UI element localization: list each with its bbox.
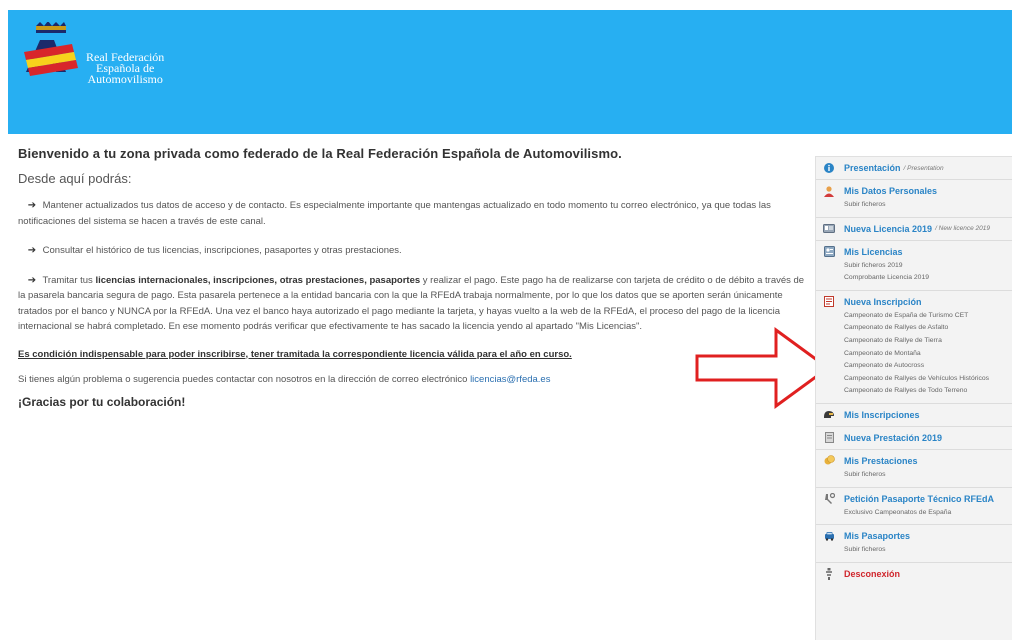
sidebar-item-mis-prestaciones[interactable]: Mis Prestaciones Subir ficheros: [816, 450, 1012, 488]
sidebar-item-label: Nueva Licencia 2019: [844, 223, 933, 234]
paragraph-update-data: ➔ Mantener actualizados tus datos de acc…: [18, 198, 808, 229]
id-card-icon: [822, 223, 836, 235]
logout-icon: [822, 567, 836, 580]
sidebar-subitem-montana[interactable]: Campeonato de Montaña: [844, 348, 1006, 361]
paragraph-text: Consultar el histórico de tus licencias,…: [42, 245, 402, 256]
sidebar-item-label: Mis Pasaportes: [844, 531, 911, 542]
sidebar-item-label: Mis Licencias: [844, 246, 903, 257]
helmet-icon: [822, 409, 836, 421]
sidebar-item-pasaporte-tecnico[interactable]: Petición Pasaporte Técnico RFEdA Exclusi…: [816, 488, 1012, 526]
arrow-right-icon: ➔: [27, 200, 37, 211]
sidebar-item-mis-licencias[interactable]: Mis Licencias Subir ficheros 2019 Compro…: [816, 241, 1012, 291]
sidebar-subitem-subir-ficheros[interactable]: Subir ficheros: [844, 199, 1006, 212]
subtitle: Desde aquí podrás:: [18, 171, 132, 186]
sidebar-item-label: Mis Inscripciones: [844, 409, 920, 420]
sidebar-item-label: Mis Prestaciones: [844, 455, 918, 466]
paragraph-text: Tramitar tus: [42, 274, 93, 286]
sidebar-item-label: Nueva Prestación 2019: [844, 432, 943, 443]
sidebar-subitem-comprobante-licencia[interactable]: Comprobante Licencia 2019: [844, 272, 1006, 285]
user-icon: [822, 185, 836, 197]
sidebar-subitem-exclusivo-campeonatos[interactable]: Exclusivo Campeonatos de España: [844, 507, 1006, 520]
sidebar-item-label: Desconexión: [844, 568, 901, 579]
sidebar-subitem-todo-terreno[interactable]: Campeonato de Rallyes de Todo Terreno: [844, 385, 1006, 398]
license-icon: [822, 246, 836, 258]
thanks-text: ¡Gracias por tu colaboración!: [18, 394, 186, 409]
sidebar-subitem-subir-ficheros[interactable]: Subir ficheros: [844, 469, 1006, 482]
sidebar-item-label: Presentación: [844, 163, 901, 173]
sidebar-item-presentacion[interactable]: Presentación / Presentation: [816, 157, 1012, 180]
sidebar-item-label: Nueva Inscripción: [844, 296, 922, 307]
contact-email-link[interactable]: licencias@rfeda.es: [470, 374, 550, 385]
contact-text: Si tienes algún problema o sugerencia pu…: [18, 373, 468, 385]
document-icon: [822, 432, 836, 444]
site-header: Real Federación Española de Automovilism…: [8, 10, 1012, 134]
coins-icon: [822, 455, 836, 467]
form-icon: [822, 296, 836, 308]
paragraph-payment: ➔ Tramitar tus licencias internacionales…: [18, 273, 808, 335]
sidebar-subitem-subir-ficheros-2019[interactable]: Subir ficheros 2019: [844, 260, 1006, 273]
main-content: Bienvenido a tu zona privada como federa…: [18, 146, 808, 409]
sidebar-subitem-rallyes-asfalto[interactable]: Campeonato de Rallyes de Asfalto: [844, 322, 1006, 335]
welcome-heading: Bienvenido a tu zona privada como federa…: [18, 146, 622, 161]
rfeda-logo-mark-icon: [24, 22, 78, 76]
paragraph-text: Mantener actualizados tus datos de acces…: [18, 200, 771, 227]
logo-line-3: Automovilismo: [87, 72, 163, 86]
sidebar-item-note: / New licence 2019: [935, 225, 990, 233]
sidebar-item-datos-personales[interactable]: Mis Datos Personales Subir ficheros: [816, 180, 1012, 218]
sidebar-subitem-subir-ficheros[interactable]: Subir ficheros: [844, 544, 1006, 557]
arrow-right-icon: ➔: [27, 274, 37, 286]
paragraph-bold-text: licencias internacionales, inscripciones…: [95, 274, 421, 286]
sidebar-item-label: Mis Datos Personales: [844, 186, 938, 196]
car-icon: [822, 530, 836, 542]
sidebar-subitem-autocross[interactable]: Campeonato de Autocross: [844, 360, 1006, 373]
arrow-right-icon: ➔: [27, 245, 37, 256]
sidebar-item-label: Petición Pasaporte Técnico RFEdA: [844, 493, 995, 504]
paragraph-history: ➔ Consultar el histórico de tus licencia…: [18, 243, 808, 259]
red-arrow-icon: [695, 327, 831, 409]
sidebar-item-nueva-inscripcion[interactable]: Nueva Inscripción Campeonato de España d…: [816, 291, 1012, 404]
sidebar-item-desconexion[interactable]: Desconexión: [816, 563, 1012, 585]
logo-text: Real Federación Española de Automovilism…: [86, 51, 164, 86]
tools-icon: [822, 493, 836, 505]
sidebar-item-mis-pasaportes[interactable]: Mis Pasaportes Subir ficheros: [816, 525, 1012, 563]
sidebar-menu: Presentación / Presentation Mis Datos Pe…: [815, 156, 1012, 640]
sidebar-subitem-turismo-cet[interactable]: Campeonato de España de Turismo CET: [844, 310, 1006, 323]
sidebar-subitem-rallye-tierra[interactable]: Campeonato de Rallye de Tierra: [844, 335, 1006, 348]
sidebar-item-note: / Presentation: [903, 164, 944, 172]
sidebar-item-mis-inscripciones[interactable]: Mis Inscripciones: [816, 404, 1012, 427]
sidebar-subitem-vehiculos-historicos[interactable]: Campeonato de Rallyes de Vehículos Histó…: [844, 373, 1006, 386]
contact-line: Si tienes algún problema o sugerencia pu…: [18, 374, 808, 385]
condition-notice: Es condición indispensable para poder in…: [18, 348, 572, 360]
sidebar-item-nueva-prestacion[interactable]: Nueva Prestación 2019: [816, 427, 1012, 450]
info-icon: [822, 162, 836, 174]
sidebar-item-nueva-licencia[interactable]: Nueva Licencia 2019 / New licence 2019: [816, 218, 1012, 241]
rfeda-logo[interactable]: Real Federación Española de Automovilism…: [22, 22, 182, 98]
